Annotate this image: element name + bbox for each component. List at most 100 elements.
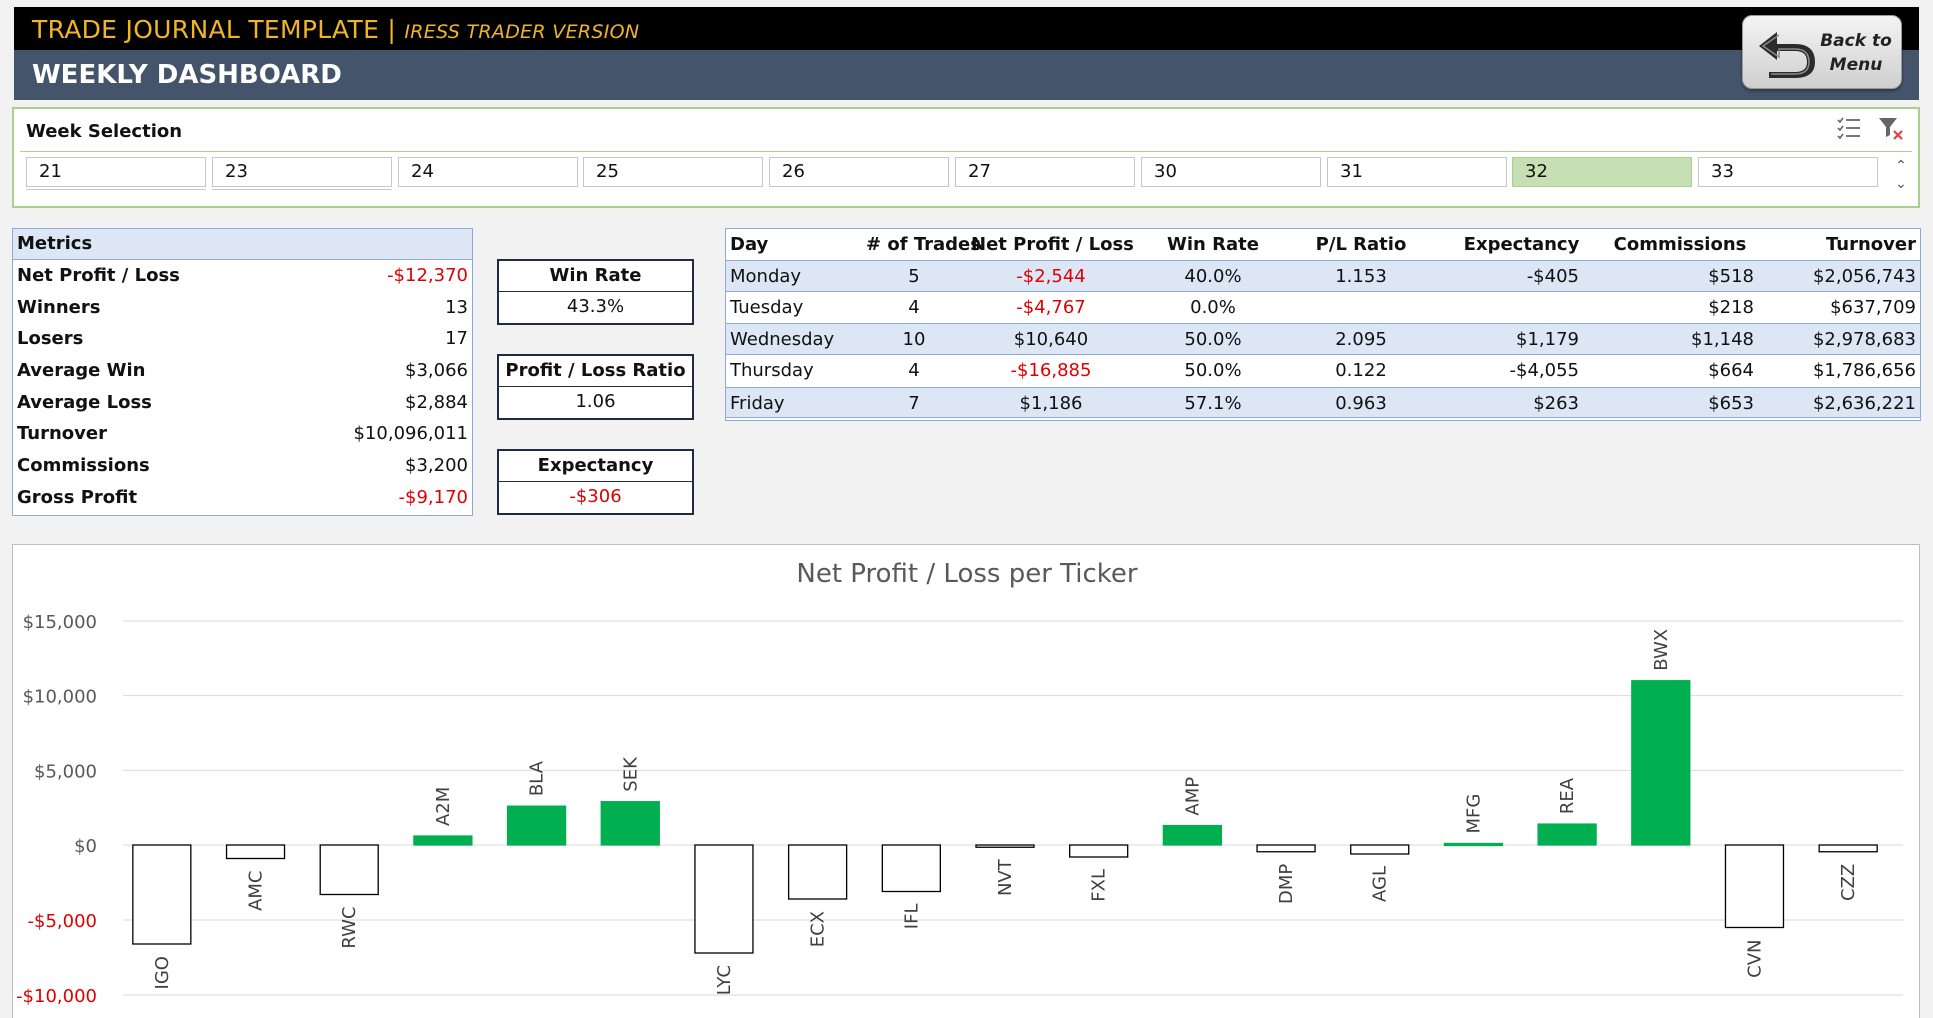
day-cell: Thursday <box>730 360 814 382</box>
metric-label: Turnover <box>17 423 107 445</box>
clear-filter-icon[interactable] <box>1876 113 1906 143</box>
bar-amc <box>225 844 286 860</box>
metric-label: Losers <box>17 328 84 350</box>
metrics-row: Average Win $3,066 <box>13 355 472 387</box>
back-label-line2: Menu <box>1829 55 1883 75</box>
week-button[interactable]: 23 <box>212 157 392 187</box>
back-label-line1: Back to <box>1820 31 1892 51</box>
metrics-row: Gross Profit -$9,170 <box>13 482 472 514</box>
week-button[interactable]: 30 <box>1141 157 1321 187</box>
trades-cell: 5 <box>908 266 920 287</box>
app-title: TRADE JOURNAL TEMPLATE | IRESS TRADER VE… <box>32 15 639 44</box>
metrics-row: Losers 17 <box>13 323 472 355</box>
category-label: SEK <box>620 756 641 792</box>
col-header-turnover: Turnover <box>1826 234 1916 255</box>
page-title-bar: WEEKLY DASHBOARD <box>14 50 1919 100</box>
trades-cell: 10 <box>902 329 926 351</box>
week-button[interactable]: 32 <box>1512 157 1692 187</box>
win-rate-card: Win Rate 43.3% <box>497 259 694 325</box>
pl-ratio-card: Profit / Loss Ratio 1.06 <box>497 354 694 420</box>
win-rate-cell: 0.0% <box>1190 296 1236 318</box>
category-label: LYC <box>714 965 735 995</box>
expectancy-cell: $1,179 <box>1516 329 1579 351</box>
net-cell: $1,186 <box>1019 392 1083 414</box>
bar-sek <box>600 801 660 846</box>
pl-ratio-cell: 2.095 <box>1335 329 1387 351</box>
win-rate-title: Win Rate <box>499 261 692 292</box>
week-button[interactable]: 21 <box>26 157 206 187</box>
win-rate-cell: 57.1% <box>1184 392 1242 414</box>
day-row: Monday 5 -$2,544 40.0% 1.153 -$405 $518 $2,056,… <box>726 260 1920 292</box>
week-button-partial <box>212 189 392 193</box>
bar-rea <box>1537 823 1597 846</box>
expectancy-card: Expectancy -$306 <box>497 449 694 515</box>
category-label: AMP <box>1182 777 1203 816</box>
day-row: Wednesday 10 $10,640 50.0% 2.095 $1,179 $1,148… <box>726 323 1920 355</box>
category-label: CVN <box>1744 940 1765 978</box>
week-button[interactable]: 33 <box>1698 157 1878 187</box>
category-label: NVT <box>995 858 1016 896</box>
back-arrow-icon <box>1759 32 1815 78</box>
week-button[interactable]: 25 <box>583 157 763 187</box>
week-button-partial <box>26 189 206 193</box>
trades-cell: 7 <box>908 392 920 414</box>
bar-a2m <box>413 835 473 846</box>
commissions-cell: $664 <box>1708 360 1754 382</box>
turnover-cell: $2,056,743 <box>1812 266 1916 287</box>
week-button[interactable]: 31 <box>1327 157 1507 187</box>
expectancy-title: Expectancy <box>499 451 692 482</box>
bar-bwx <box>1631 680 1691 846</box>
expectancy-cell: -$405 <box>1526 266 1579 287</box>
category-label: CZZ <box>1838 864 1859 901</box>
week-button[interactable]: 27 <box>955 157 1135 187</box>
bar-rwc <box>319 844 379 896</box>
app-title-main: TRADE JOURNAL TEMPLATE | <box>32 15 405 44</box>
commissions-cell: $518 <box>1708 266 1754 287</box>
day-table-header: Day # of Trades Net Profit / Loss Win Ra… <box>726 229 1920 261</box>
category-label: RWC <box>339 907 360 949</box>
commissions-cell: $1,148 <box>1691 329 1754 351</box>
expectancy-value: -$306 <box>569 486 622 507</box>
category-label: A2M <box>433 787 454 826</box>
col-header-win-rate: Win Rate <box>1167 234 1259 255</box>
bar-nvt <box>975 844 1035 848</box>
day-cell: Wednesday <box>730 329 835 351</box>
week-button[interactable]: 26 <box>769 157 949 187</box>
back-to-menu-button[interactable]: Back to Menu <box>1742 15 1902 89</box>
title-bar: TRADE JOURNAL TEMPLATE | IRESS TRADER VE… <box>14 7 1919 50</box>
ticker-chart: Net Profit / Loss per Ticker $15,000 $10,… <box>12 544 1920 1018</box>
metrics-row: Net Profit / Loss -$12,370 <box>13 260 472 292</box>
y-tick-label: $5,000 <box>34 761 97 782</box>
metric-value: 17 <box>445 328 468 350</box>
win-rate-cell: 40.0% <box>1184 266 1242 287</box>
net-cell: $10,640 <box>1013 329 1089 351</box>
net-cell: -$4,767 <box>1016 296 1086 318</box>
category-label: AGL <box>1370 866 1391 902</box>
category-label: FXL <box>1089 869 1110 902</box>
y-tick-label: $10,000 <box>23 687 97 708</box>
category-label: DMP <box>1276 864 1297 904</box>
scroll-down-icon[interactable]: ⌄ <box>1890 175 1912 193</box>
pl-ratio-cell: 0.963 <box>1335 392 1387 414</box>
metric-label: Winners <box>17 296 101 318</box>
bar-igo <box>132 844 192 945</box>
metric-label: Commissions <box>17 455 150 477</box>
metric-label: Average Win <box>17 360 146 382</box>
slicer-scrollbar[interactable]: ⌃ ⌄ <box>1890 157 1912 197</box>
metric-value: -$12,370 <box>387 265 468 286</box>
multi-select-icon[interactable] <box>1834 113 1864 143</box>
week-button[interactable]: 24 <box>398 157 578 187</box>
metric-value: $2,884 <box>405 391 468 413</box>
metric-value: 13 <box>445 296 468 318</box>
col-header-net: Net Profit / Loss <box>971 234 1134 255</box>
bar-mfg <box>1443 842 1504 847</box>
category-label: IFL <box>901 904 922 930</box>
win-rate-cell: 50.0% <box>1184 329 1242 351</box>
y-tick-label: $15,000 <box>23 612 97 633</box>
slicer-title: Week Selection <box>26 121 183 142</box>
slicer-divider <box>20 151 1912 152</box>
metrics-row: Average Loss $2,884 <box>13 387 472 419</box>
metric-label: Average Loss <box>17 391 152 413</box>
day-row: Thursday 4 -$16,885 50.0% 0.122 -$4,055 $664 $1… <box>726 355 1920 387</box>
scroll-up-icon[interactable]: ⌃ <box>1890 157 1912 175</box>
